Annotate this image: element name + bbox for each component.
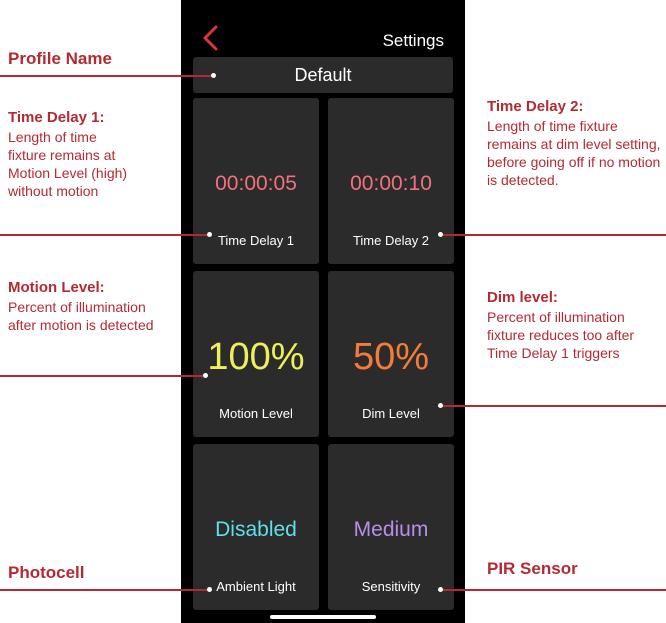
annotation-photocell: Photocell — [8, 563, 85, 585]
annotation-motion-level-heading: Motion Level: — [8, 279, 105, 296]
annotation-pir-sensor: PIR Sensor — [487, 559, 578, 581]
annotation-pir-sensor-heading: PIR Sensor — [487, 559, 578, 578]
annotation-motion-level-body: Percent of illumination after motion is … — [8, 299, 154, 333]
callout-line-time-delay-1 — [0, 234, 209, 236]
callout-dot-time-delay-1 — [207, 232, 212, 237]
annotation-time-delay-2: Time Delay 2: Length of time fixture rem… — [487, 98, 665, 189]
chevron-left-icon — [203, 25, 218, 51]
back-button[interactable] — [199, 24, 225, 52]
home-indicator[interactable] — [270, 615, 376, 619]
annotation-profile-name-heading: Profile Name — [8, 49, 112, 68]
callout-dot-time-delay-2 — [438, 232, 443, 237]
profile-name-value: Default — [294, 64, 352, 85]
annotation-time-delay-2-body: Length of time fixture remains at dim le… — [487, 118, 661, 188]
callout-line-motion-level — [0, 375, 205, 377]
callout-dot-motion-level — [203, 373, 208, 378]
time-delay-1-label: Time Delay 1 — [217, 233, 295, 248]
annotation-time-delay-1-body: Length of time fixture remains at Motion… — [8, 129, 128, 199]
annotation-time-delay-1: Time Delay 1: Length of time fixture rem… — [8, 109, 158, 200]
callout-line-profile-name — [0, 75, 213, 77]
annotation-photocell-heading: Photocell — [8, 563, 85, 582]
page-title: Settings — [382, 31, 444, 50]
callout-line-dim-level — [440, 405, 666, 407]
callout-line-pir-sensor — [440, 589, 666, 591]
motion-level-tile[interactable]: 100% Motion Level — [193, 271, 319, 437]
dim-level-tile[interactable]: 50% Dim Level — [328, 271, 454, 437]
callout-line-photocell — [0, 589, 209, 591]
annotation-dim-level-body: Percent of illumination fixture reduces … — [487, 309, 635, 361]
ambient-light-tile[interactable]: Disabled Ambient Light — [193, 444, 319, 610]
callout-dot-dim-level — [438, 403, 443, 408]
annotation-dim-level-heading: Dim level: — [487, 289, 558, 306]
annotation-time-delay-2-heading: Time Delay 2: — [487, 98, 584, 115]
callout-dot-profile-name — [211, 73, 216, 78]
profile-name-field[interactable]: Default — [193, 57, 453, 93]
annotation-dim-level: Dim level: Percent of illumination fixtu… — [487, 289, 665, 362]
annotation-motion-level: Motion Level: Percent of illumination af… — [8, 279, 173, 334]
annotation-time-delay-1-heading: Time Delay 1: — [8, 109, 105, 126]
phone-screen: Settings Default 00:00:05 Time Delay 1 0… — [181, 0, 465, 623]
sensitivity-tile[interactable]: Medium Sensitivity — [328, 444, 454, 610]
callout-dot-photocell — [207, 587, 212, 592]
dim-level-label: Dim Level — [362, 406, 420, 421]
time-delay-1-tile[interactable]: 00:00:05 Time Delay 1 — [193, 98, 319, 264]
annotation-profile-name: Profile Name — [8, 49, 112, 71]
ambient-light-label: Ambient Light — [216, 579, 296, 594]
time-delay-2-label: Time Delay 2 — [352, 233, 430, 248]
callout-dot-pir-sensor — [438, 587, 443, 592]
sensitivity-label: Sensitivity — [361, 579, 421, 594]
callout-line-time-delay-2 — [440, 234, 666, 236]
motion-level-label: Motion Level — [219, 406, 293, 421]
time-delay-2-tile[interactable]: 00:00:10 Time Delay 2 — [328, 98, 454, 264]
